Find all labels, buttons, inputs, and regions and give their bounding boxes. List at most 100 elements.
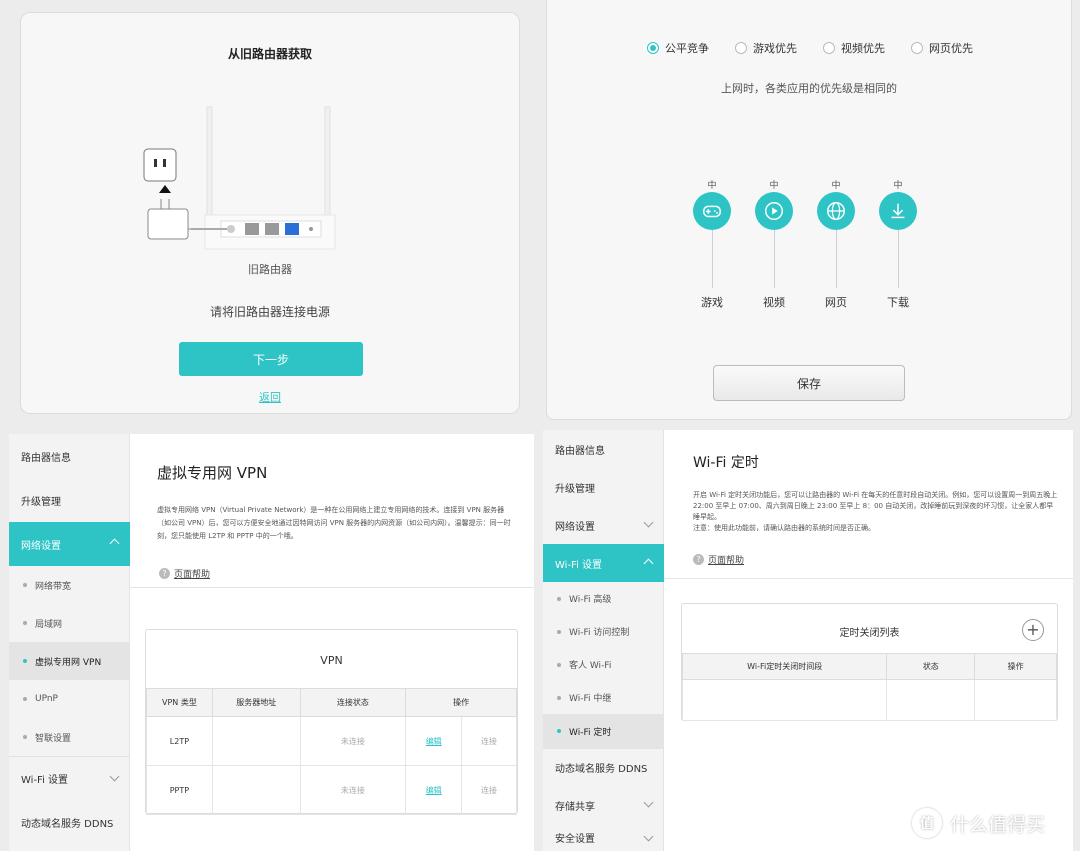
sidebar-sub-bandwidth[interactable]: 网络带宽: [9, 566, 130, 604]
status-cell: 未连接: [299, 716, 407, 766]
sidebar-label: 网络设置: [555, 521, 595, 533]
sidebar-sub-wifi-advanced[interactable]: Wi-Fi 高级: [543, 582, 664, 615]
sidebar: 路由器信息 升级管理 网络设置 Wi-Fi 设置 Wi-Fi 高级 Wi-Fi …: [543, 430, 664, 851]
description-text: 开启 Wi-Fi 定时关闭功能后，您可以让路由器的 Wi-Fi 在每天的任意时段…: [693, 491, 1058, 521]
chevron-up-icon: [109, 538, 120, 549]
download-icon[interactable]: [879, 192, 917, 230]
bullet-icon: [23, 659, 27, 663]
sidebar-label: Wi-Fi 设置: [555, 559, 603, 571]
vpn-settings-panel: 路由器信息 升级管理 网络设置 网络带宽 局域网 虚拟专用网 VPN UPnP …: [9, 434, 534, 851]
app-label: 视频: [763, 296, 785, 309]
sidebar-item-router-info[interactable]: 路由器信息: [543, 430, 664, 468]
play-icon[interactable]: [755, 192, 793, 230]
sidebar-sub-label: 网络带宽: [35, 581, 72, 592]
sidebar-sub-label: 客人 Wi-Fi: [569, 661, 612, 671]
mode-fair-radio[interactable]: 公平竞争: [647, 40, 709, 56]
page-help-link[interactable]: ? 页面帮助: [693, 553, 744, 566]
app-label: 游戏: [701, 296, 723, 309]
app-label: 下载: [887, 296, 909, 309]
sidebar-sub-lan[interactable]: 局域网: [9, 604, 130, 642]
sidebar-item-storage[interactable]: 存储共享: [543, 786, 664, 824]
edit-cell: 编辑: [405, 765, 463, 815]
vpn-type-cell: PPTP: [146, 765, 213, 815]
edit-link[interactable]: 编辑: [426, 737, 442, 746]
priority-level: 中: [893, 181, 903, 191]
priority-mode-group: 公平竞争 游戏优先 视频优先 网页优先: [647, 40, 973, 56]
column-header: 操作: [405, 688, 517, 717]
sidebar-item-wifi[interactable]: Wi-Fi 设置: [543, 544, 664, 582]
mode-label: 视频优先: [841, 42, 885, 55]
sidebar-sub-guest-wifi[interactable]: 客人 Wi-Fi: [543, 648, 664, 681]
mode-game-radio[interactable]: 游戏优先: [735, 40, 797, 56]
empty-cell: [681, 679, 888, 721]
sidebar-item-ddns[interactable]: 动态域名服务 DDNS: [9, 800, 130, 844]
save-button[interactable]: 保存: [713, 365, 905, 401]
chevron-down-icon: [643, 797, 654, 808]
sidebar-sub-wifi-relay[interactable]: Wi-Fi 中继: [543, 681, 664, 714]
edit-cell: 编辑: [405, 716, 463, 766]
sidebar-sub-smartlink[interactable]: 智联设置: [9, 718, 130, 756]
add-icon[interactable]: +: [1022, 619, 1044, 641]
sidebar-sub-label: 智联设置: [35, 733, 72, 744]
next-button[interactable]: 下一步: [179, 342, 363, 376]
sidebar-sub-wifi-access[interactable]: Wi-Fi 访问控制: [543, 615, 664, 648]
server-address-cell: [211, 716, 301, 766]
priority-level: 中: [769, 181, 779, 191]
app-label: 网页: [825, 296, 847, 309]
watermark-text: 什么值得买: [950, 813, 1046, 836]
instruction-text: 请将旧路由器连接电源: [209, 305, 330, 319]
sidebar-item-upgrade[interactable]: 升级管理: [543, 468, 664, 506]
mode-web-radio[interactable]: 网页优先: [911, 40, 973, 56]
sidebar-item-wifi[interactable]: Wi-Fi 设置: [9, 756, 130, 800]
page-description: 开启 Wi-Fi 定时关闭功能后，您可以让路由器的 Wi-Fi 在每天的任意时段…: [693, 490, 1058, 534]
connect-button[interactable]: 连接: [481, 737, 497, 746]
bullet-icon: [23, 583, 27, 587]
help-label: 页面帮助: [174, 570, 211, 580]
bullet-icon: [557, 729, 561, 733]
page-title: 虚拟专用网 VPN: [157, 464, 268, 482]
sidebar-label: 路由器信息: [21, 452, 71, 464]
radio-icon: [911, 42, 923, 54]
back-link[interactable]: 返回: [21, 389, 519, 405]
sidebar-sub-label: 虚拟专用网 VPN: [35, 657, 102, 668]
sidebar-sub-label: 局域网: [35, 619, 63, 630]
mode-label: 公平竞争: [665, 42, 709, 55]
sidebar-item-network[interactable]: 网络设置: [543, 506, 664, 544]
sidebar-item-upgrade[interactable]: 升级管理: [9, 478, 130, 522]
bullet-icon: [23, 697, 27, 701]
watermark-logo-icon: 值: [912, 808, 942, 838]
priority-level: 中: [707, 181, 717, 191]
sidebar-item-security[interactable]: 安全设置: [543, 824, 664, 851]
vpn-table: VPN 类型 服务器地址 连接状态 操作 L2TP 未连接 编辑 连接 PPTP…: [146, 688, 517, 815]
page-help-link[interactable]: ? 页面帮助: [159, 567, 210, 580]
sidebar-item-network[interactable]: 网络设置: [9, 522, 130, 566]
sidebar-label: 动态域名服务 DDNS: [555, 764, 648, 775]
connect-button[interactable]: 连接: [481, 786, 497, 795]
mode-label: 游戏优先: [753, 42, 797, 55]
schedule-table: Wi-Fi定时关闭时间段 状态 操作: [681, 653, 1057, 721]
sidebar-sub-vpn[interactable]: 虚拟专用网 VPN: [9, 642, 130, 680]
app-download: 中 下载: [878, 178, 918, 310]
bullet-icon: [23, 621, 27, 625]
mode-video-radio[interactable]: 视频优先: [823, 40, 885, 56]
sidebar-sub-label: Wi-Fi 访问控制: [569, 628, 630, 638]
sidebar-item-router-info[interactable]: 路由器信息: [9, 434, 130, 478]
sidebar-sub-wifi-schedule[interactable]: Wi-Fi 定时: [543, 714, 664, 748]
globe-icon[interactable]: [817, 192, 855, 230]
divider: [130, 587, 534, 588]
sidebar-sub-upnp[interactable]: UPnP: [9, 680, 130, 718]
sidebar: 路由器信息 升级管理 网络设置 网络带宽 局域网 虚拟专用网 VPN UPnP …: [9, 434, 130, 851]
column-header: 状态: [886, 653, 976, 680]
table-row: L2TP 未连接 编辑 连接: [146, 716, 517, 766]
sidebar-label: 升级管理: [21, 496, 61, 508]
sidebar-sub-label: Wi-Fi 中继: [569, 694, 612, 704]
chevron-down-icon: [643, 831, 654, 842]
radio-icon: [735, 42, 747, 54]
old-router-panel: 从旧路由器获取 旧路由器 请将旧路由器连接电源 下一步 返回: [20, 12, 520, 414]
app-game: 中 游戏: [692, 178, 732, 310]
gamepad-icon[interactable]: [693, 192, 731, 230]
edit-link[interactable]: 编辑: [426, 786, 442, 795]
help-label: 页面帮助: [708, 556, 745, 566]
column-header: VPN 类型: [146, 688, 213, 717]
sidebar-item-ddns[interactable]: 动态域名服务 DDNS: [543, 748, 664, 786]
